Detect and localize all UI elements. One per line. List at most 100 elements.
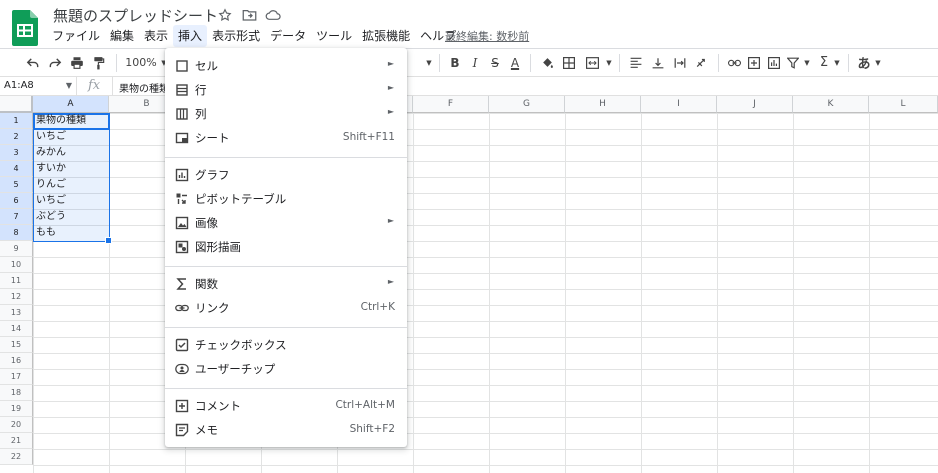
menu-view[interactable]: 表示 [139,25,173,47]
vertical-align-icon[interactable] [647,52,669,74]
row-header-9[interactable]: 9 [0,241,33,257]
insert-menu-item-people-chip[interactable]: ユーザーチップ [165,357,407,381]
insert-menu-item-checkbox[interactable]: チェックボックス [165,333,407,357]
menu-separator [165,388,407,389]
row-header-11[interactable]: 11 [0,273,33,289]
menu-format[interactable]: 表示形式 [207,25,265,47]
insert-menu-item-chart[interactable]: グラフ [165,163,407,187]
zoom-select[interactable]: 100% [123,52,159,74]
fill-color-icon[interactable] [536,52,558,74]
column-header-l[interactable]: L [869,96,938,113]
submenu-arrow-icon: ► [387,107,394,116]
row-header-8[interactable]: 8 [0,225,33,241]
insert-menu-item-drawing[interactable]: 図形描画 [165,235,407,259]
insert-menu-item-image[interactable]: 画像 ► [165,211,407,235]
cell-a8[interactable]: もも [36,225,56,241]
text-color-icon[interactable]: A [505,52,525,74]
paint-format-icon[interactable] [88,52,110,74]
print-icon[interactable] [66,52,88,74]
filter-chevron-down-icon[interactable]: ▼ [802,52,812,74]
insert-menu-item-column[interactable]: 列 ► [165,102,407,126]
insert-menu-item-pivot-table[interactable]: ピボットテーブル [165,187,407,211]
column-header-k[interactable]: K [793,96,869,113]
borders-icon[interactable] [558,52,580,74]
row-header-1[interactable]: 1 [0,113,33,129]
row-header-14[interactable]: 14 [0,321,33,337]
document-title[interactable]: 無題のスプレッドシート [53,5,218,26]
row-header-4[interactable]: 4 [0,161,33,177]
font-size-chevron-down-icon[interactable]: ▼ [424,52,434,74]
move-folder-icon[interactable] [240,6,258,24]
insert-menu-item-row[interactable]: 行 ► [165,78,407,102]
insert-comment-icon[interactable] [744,52,764,74]
row-header-20[interactable]: 20 [0,417,33,433]
row-header-7[interactable]: 7 [0,209,33,225]
row-header-12[interactable]: 12 [0,289,33,305]
row-header-3[interactable]: 3 [0,145,33,161]
name-box[interactable]: A1:A8 ▼ [0,77,77,96]
redo-icon[interactable] [44,52,66,74]
row-header-19[interactable]: 19 [0,401,33,417]
submenu-arrow-icon: ► [387,83,394,92]
insert-menu-item-cell[interactable]: セル ► [165,54,407,78]
column-header-g[interactable]: G [489,96,565,113]
insert-link-icon[interactable] [724,52,744,74]
row-header-22[interactable]: 22 [0,449,33,465]
row-header-6[interactable]: 6 [0,193,33,209]
text-rotation-icon[interactable] [691,52,713,74]
cell-a1[interactable]: 果物の種類 [36,113,86,129]
merge-cells-icon[interactable] [580,52,604,74]
merge-chevron-down-icon[interactable]: ▼ [604,52,614,74]
undo-icon[interactable] [22,52,44,74]
italic-icon[interactable]: I [465,52,485,74]
menu-data[interactable]: データ [265,25,311,47]
text-wrapping-icon[interactable] [669,52,691,74]
insert-chart-icon[interactable] [764,52,784,74]
menu-extensions[interactable]: 拡張機能 [357,25,415,47]
cell-a5[interactable]: りんご [36,177,66,193]
input-tools-chevron-down-icon[interactable]: ▼ [873,52,883,74]
filter-icon[interactable] [784,52,802,74]
functions-icon[interactable]: Σ [816,52,832,74]
row-header-2[interactable]: 2 [0,129,33,145]
select-all-corner[interactable] [0,96,33,113]
cell-a4[interactable]: すいか [36,161,66,177]
input-tools-button[interactable]: あ [855,52,873,74]
cloud-status-icon[interactable] [264,6,282,24]
row-header-10[interactable]: 10 [0,257,33,273]
bold-icon[interactable]: B [445,52,465,74]
column-header-f[interactable]: F [413,96,489,113]
row-header-21[interactable]: 21 [0,433,33,449]
functions-chevron-down-icon[interactable]: ▼ [832,52,842,74]
insert-menu-item-comment[interactable]: コメント Ctrl+Alt+M [165,394,407,418]
insert-menu-item-link[interactable]: リンク Ctrl+K [165,296,407,320]
row-header-17[interactable]: 17 [0,369,33,385]
column-header-h[interactable]: H [565,96,641,113]
menu-file[interactable]: ファイル [47,25,105,47]
column-header-a[interactable]: A [33,96,109,113]
row-header-16[interactable]: 16 [0,353,33,369]
row-header-15[interactable]: 15 [0,337,33,353]
menu-tools[interactable]: ツール [311,25,357,47]
submenu-arrow-icon: ► [387,216,394,225]
menu-insert[interactable]: 挿入 [173,25,208,47]
last-edit-link[interactable]: 最終編集: 数秒前 [445,28,529,44]
sheets-logo-icon[interactable] [12,10,38,46]
strikethrough-icon[interactable]: S [485,52,505,74]
horizontal-align-icon[interactable] [625,52,647,74]
cell-a6[interactable]: いちご [36,193,66,209]
cell-a2[interactable]: いちご [36,129,66,145]
cell-a7[interactable]: ぶどう [36,209,66,225]
row-header-18[interactable]: 18 [0,385,33,401]
column-header-i[interactable]: I [641,96,717,113]
star-icon[interactable] [216,6,234,24]
cell-a3[interactable]: みかん [36,145,66,161]
menu-edit[interactable]: 編集 [105,25,139,47]
insert-menu-item-function[interactable]: 関数 ► [165,272,407,296]
name-box-chevron-down-icon[interactable]: ▼ [66,81,72,90]
row-header-13[interactable]: 13 [0,305,33,321]
insert-menu-item-note[interactable]: メモ Shift+F2 [165,418,407,442]
insert-menu-item-sheet[interactable]: シート Shift+F11 [165,126,407,150]
row-header-5[interactable]: 5 [0,177,33,193]
column-header-j[interactable]: J [717,96,793,113]
